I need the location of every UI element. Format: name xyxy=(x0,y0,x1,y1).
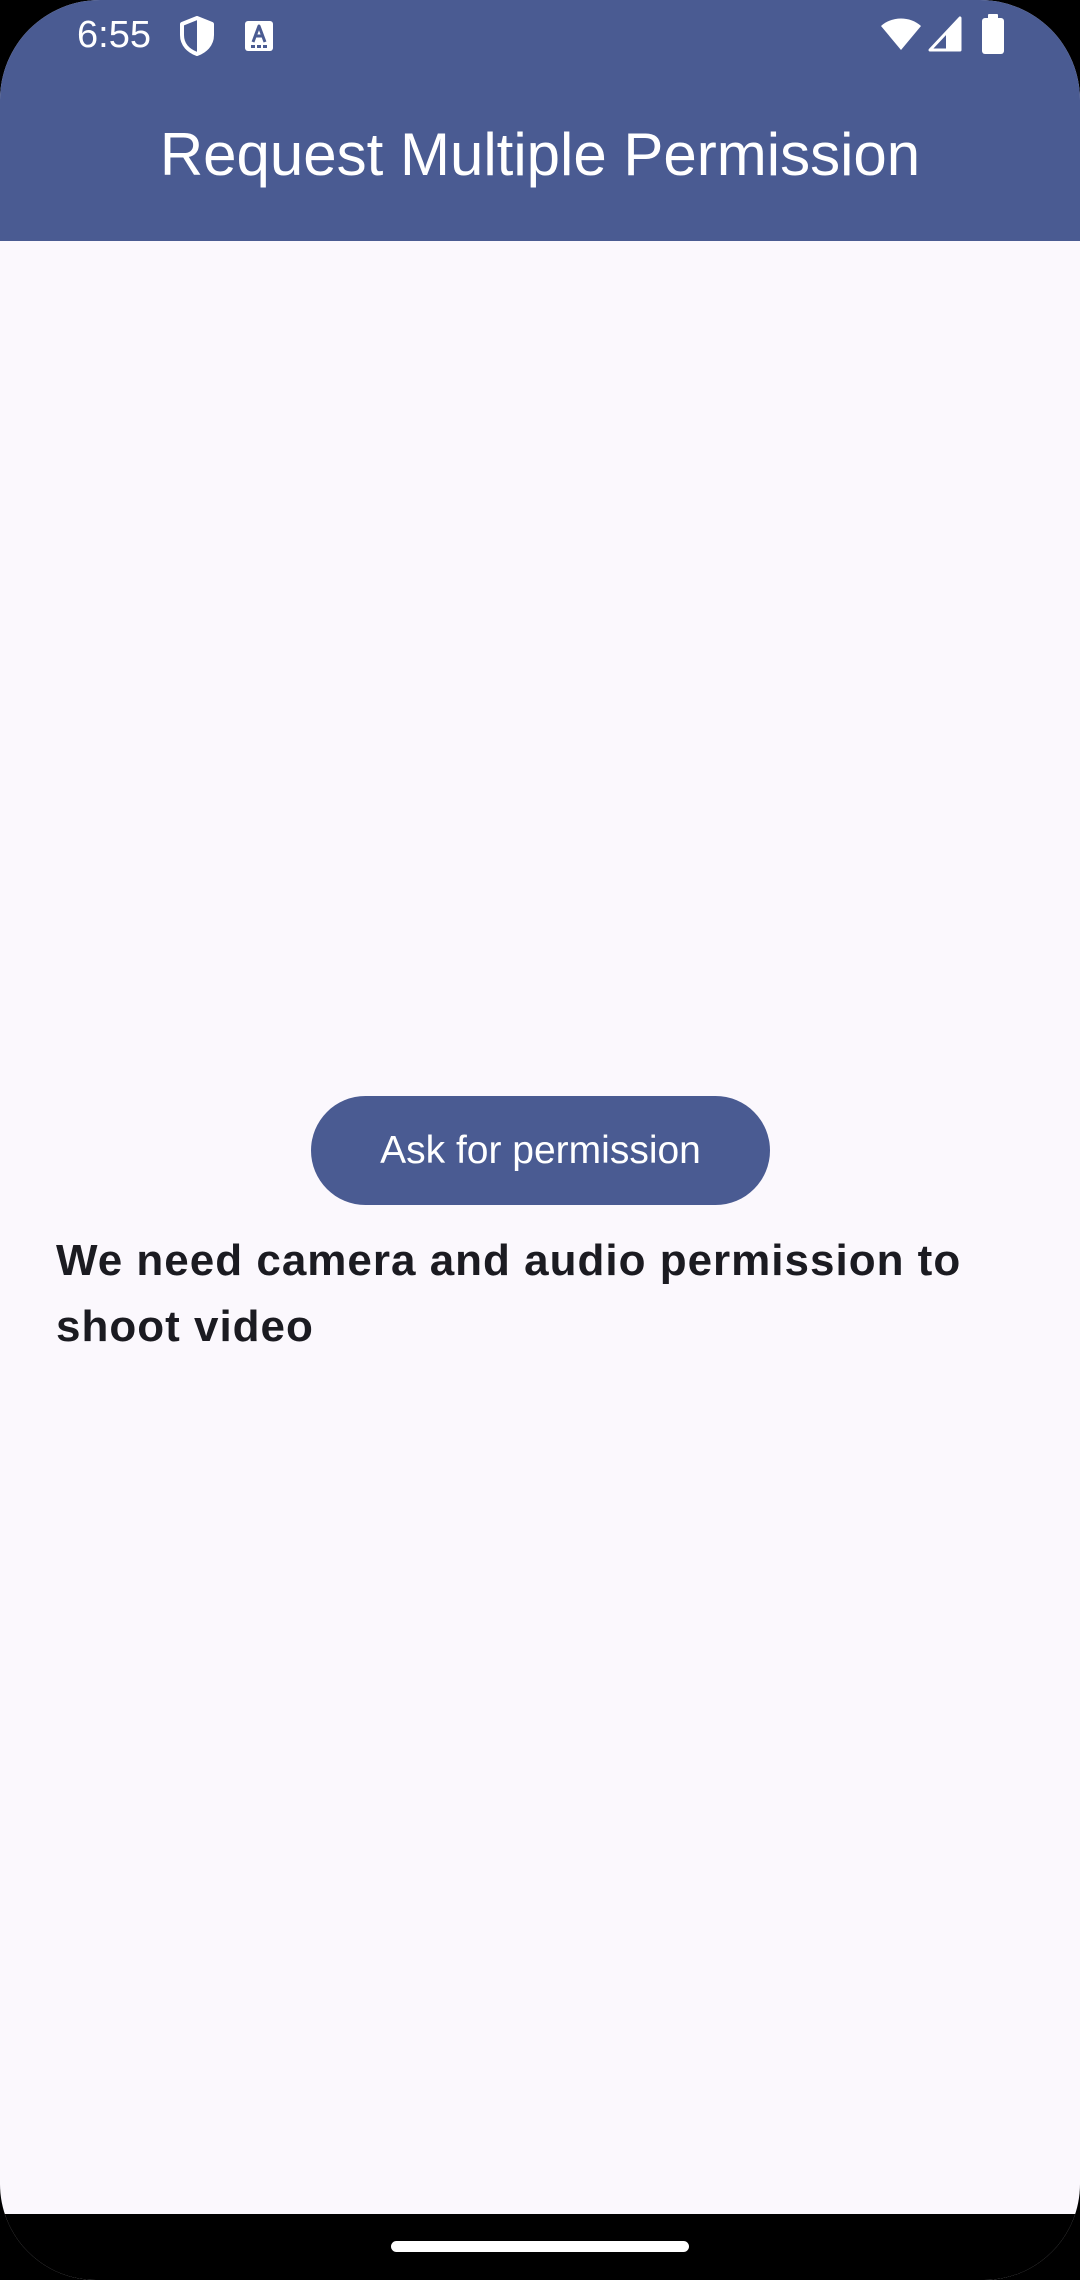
shield-icon xyxy=(180,16,214,56)
status-bar: 6:55 xyxy=(0,0,1080,70)
font-a-icon xyxy=(245,21,273,51)
wifi-icon xyxy=(881,18,921,50)
permission-rationale-text: We need camera and audio permission to s… xyxy=(56,1236,962,1351)
app-screen: 6:55 Request Multiple Permission Ask for… xyxy=(0,0,1080,2280)
cellular-signal-icon xyxy=(928,16,962,52)
home-indicator[interactable] xyxy=(391,2241,689,2252)
top-app-bar: 6:55 Request Multiple Permission xyxy=(0,0,1080,241)
page-title: Request Multiple Permission xyxy=(159,121,921,188)
battery-icon xyxy=(982,14,1004,54)
status-time: 6:55 xyxy=(77,14,151,56)
ask-permission-button[interactable]: Ask for permission xyxy=(311,1096,770,1205)
